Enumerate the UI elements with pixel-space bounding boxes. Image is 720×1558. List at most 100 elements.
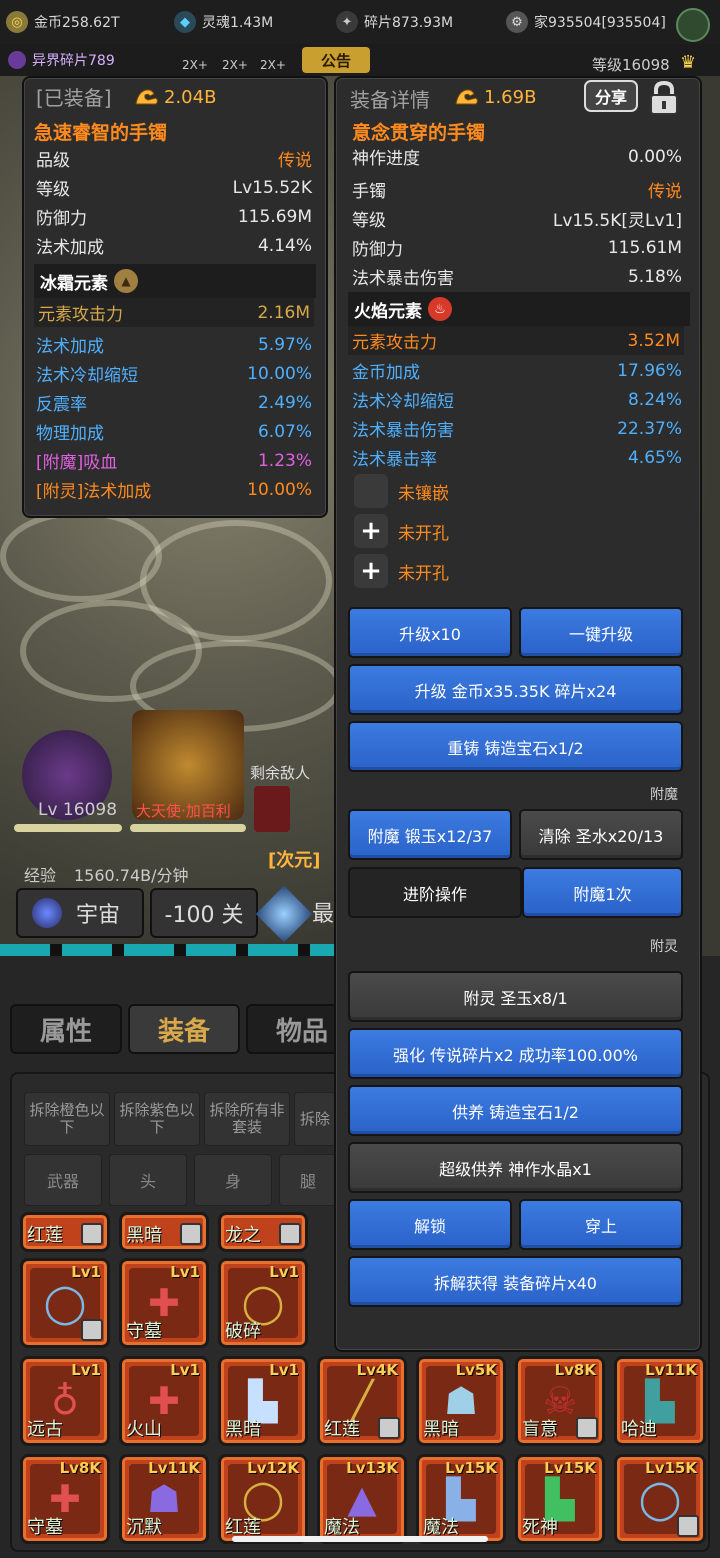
lock-icon xyxy=(81,1223,103,1245)
equipped-title: [已装备] xyxy=(36,86,112,110)
inventory-slot[interactable]: ▙ Lv15K 魔法 xyxy=(416,1454,506,1544)
lock-icon xyxy=(677,1515,699,1537)
gear-icon[interactable]: ⚙ xyxy=(506,11,528,33)
inventory-slot[interactable]: ◯ Lv12K 红莲 xyxy=(218,1454,308,1544)
shard-value: 碎片873.93M xyxy=(364,15,454,31)
lock-icon[interactable] xyxy=(644,80,684,116)
slot-name: 红莲 xyxy=(27,1225,63,1246)
dismantle-non-set[interactable]: 拆除所有非套装 xyxy=(204,1092,290,1146)
socket-row[interactable]: + 未开孔 xyxy=(354,514,449,548)
dismantle-below-orange[interactable]: 拆除橙色以下 xyxy=(24,1092,110,1146)
exp-rate: 1560.74B/分钟 xyxy=(74,866,189,885)
inventory-slot[interactable]: ▲ Lv13K 魔法 xyxy=(317,1454,407,1544)
player-name: 家935504[935504] xyxy=(534,15,666,31)
inventory-slot[interactable]: 红莲 xyxy=(20,1212,110,1252)
upgrade-cost-button[interactable]: 升级 金币x35.35K 碎片x24 xyxy=(348,664,683,715)
enchant-once-tab[interactable]: 附魔1次 xyxy=(522,867,683,918)
dismantle-item-button[interactable]: 拆解获得 装备碎片x40 xyxy=(348,1256,683,1307)
inventory-slot[interactable]: ✚ Lv8K 守墓 xyxy=(20,1454,110,1544)
inventory-slot[interactable]: ☗ Lv5K 黑暗 xyxy=(416,1356,506,1446)
enemy-thumb xyxy=(254,786,290,832)
slot-name: 黑暗 xyxy=(423,1419,459,1440)
inventory-slot[interactable]: ✚ Lv1 火山 xyxy=(119,1356,209,1446)
affix-row: 物理加成 6.07% xyxy=(36,421,312,445)
affix-row: 法术暴击伤害 22.37% xyxy=(352,418,682,442)
gold-value: 金币258.62T xyxy=(34,15,120,31)
detail-power-value: 1.69B xyxy=(484,86,537,108)
upgrade-all-button[interactable]: 一键升级 xyxy=(519,607,683,658)
inventory-slot[interactable]: ◯ Lv1 xyxy=(20,1258,110,1348)
dismantle-button[interactable]: 拆除 xyxy=(294,1092,336,1146)
socket-label: 未开孔 xyxy=(398,523,449,544)
category-head[interactable]: 头 xyxy=(109,1154,187,1206)
type-row: 手镯 传说 xyxy=(352,182,682,202)
home-indicator[interactable] xyxy=(232,1536,488,1542)
inventory-slot[interactable]: ▙ Lv1 黑暗 xyxy=(218,1356,308,1446)
inventory-slot[interactable]: ▙ Lv11K 哈迪 xyxy=(614,1356,706,1446)
upgrade-x10-button[interactable]: 升级x10 xyxy=(348,607,512,658)
inventory-slot[interactable]: ☗ Lv11K 沉默 xyxy=(119,1454,209,1544)
tab-equipment[interactable]: 装备 xyxy=(128,1004,240,1054)
unlock-button[interactable]: 解锁 xyxy=(348,1199,512,1250)
tornado-effect xyxy=(0,510,162,602)
plus-icon[interactable]: + xyxy=(354,554,388,588)
dimension-label: [次元] xyxy=(268,850,321,871)
stage-button[interactable]: -100 关 xyxy=(150,888,258,938)
universe-button[interactable]: 宇宙 xyxy=(16,888,144,938)
clear-enchant-button[interactable]: 清除 圣水x20/13 xyxy=(519,809,683,860)
share-button[interactable]: 分享 xyxy=(584,80,638,112)
inventory-slot[interactable]: ☠ Lv8K 盲意 xyxy=(515,1356,605,1446)
category-legs[interactable]: 腿 xyxy=(279,1154,337,1206)
strength-arm-icon xyxy=(135,89,158,105)
enchant-button[interactable]: 附魔 锻玉x12/37 xyxy=(348,809,512,860)
strength-arm-icon xyxy=(455,89,478,105)
reforge-button[interactable]: 重铸 铸造宝石x1/2 xyxy=(348,721,683,772)
inventory-slot[interactable]: ◯ Lv15K xyxy=(614,1454,706,1544)
slot-level: Lv1 xyxy=(269,1263,299,1281)
super-nurture-button[interactable]: 超级供养 神作水晶x1 xyxy=(348,1142,683,1193)
coin-icon: ◎ xyxy=(6,11,28,33)
inventory-slot[interactable]: ▙ Lv15K 死神 xyxy=(515,1454,605,1544)
socket-row[interactable]: 未镶嵌 xyxy=(354,474,449,508)
equip-button[interactable]: 穿上 xyxy=(519,1199,683,1250)
inventory-slot[interactable]: ♁ Lv1 远古 xyxy=(20,1356,110,1446)
slot-name: 盲意 xyxy=(522,1419,558,1440)
nurture-button[interactable]: 供养 铸造宝石1/2 xyxy=(348,1085,683,1136)
category-weapon[interactable]: 武器 xyxy=(24,1154,102,1206)
player-id[interactable]: ⚙ 家935504[935504] xyxy=(506,6,666,38)
otherworld-shards: 异界碎片789 xyxy=(8,50,115,70)
lock-toggle[interactable] xyxy=(644,80,684,116)
advanced-ops-tab[interactable]: 进阶操作 xyxy=(348,867,522,918)
empty-socket-icon[interactable] xyxy=(354,474,388,508)
buff-3[interactable]: 2X+ xyxy=(260,58,286,72)
notice-button[interactable]: 公告 xyxy=(302,47,370,73)
element-header: 火焰元素 ♨ xyxy=(348,292,690,326)
category-body[interactable]: 身 xyxy=(194,1154,272,1206)
soul-icon: ◆ xyxy=(174,11,196,33)
strengthen-button[interactable]: 强化 传说碎片x2 成功率100.00% xyxy=(348,1028,683,1079)
bracelet-icon: ◯ xyxy=(43,1281,87,1325)
buff-2[interactable]: 2X+ xyxy=(222,58,248,72)
stat-row: 等级 Lv15.5K[灵Lv1] xyxy=(352,211,682,231)
buff-1[interactable]: 2X+ xyxy=(182,58,208,72)
plus-icon[interactable]: + xyxy=(354,514,388,548)
slot-level: Lv11K xyxy=(645,1361,697,1379)
dismantle-below-purple[interactable]: 拆除紫色以下 xyxy=(114,1092,200,1146)
slot-name: 黑暗 xyxy=(225,1419,261,1440)
slot-level: Lv15K xyxy=(645,1459,697,1477)
slot-level: Lv1 xyxy=(269,1361,299,1379)
socket-row[interactable]: + 未开孔 xyxy=(354,554,449,588)
inventory-slot[interactable]: 黑暗 xyxy=(119,1212,209,1252)
planet-icon xyxy=(32,898,62,928)
inventory-slot[interactable]: 龙之 xyxy=(218,1212,308,1252)
element-stat-row: 元素攻击力 3.52M xyxy=(352,330,680,354)
stat-row: 法术暴击伤害 5.18% xyxy=(352,266,682,290)
detail-item-name: 意念贯穿的手镯 xyxy=(352,122,486,144)
inventory-slot[interactable]: ╱ Lv4K 红莲 xyxy=(317,1356,407,1446)
spirit-button[interactable]: 附灵 圣玉x8/1 xyxy=(348,971,683,1022)
leaf-icon[interactable] xyxy=(676,8,710,42)
boss-hp-bar xyxy=(130,824,246,832)
tab-attributes[interactable]: 属性 xyxy=(10,1004,122,1054)
inventory-slot[interactable]: ✚ Lv1 守墓 xyxy=(119,1258,209,1348)
inventory-slot[interactable]: ◯ Lv1 破碎 xyxy=(218,1258,308,1348)
